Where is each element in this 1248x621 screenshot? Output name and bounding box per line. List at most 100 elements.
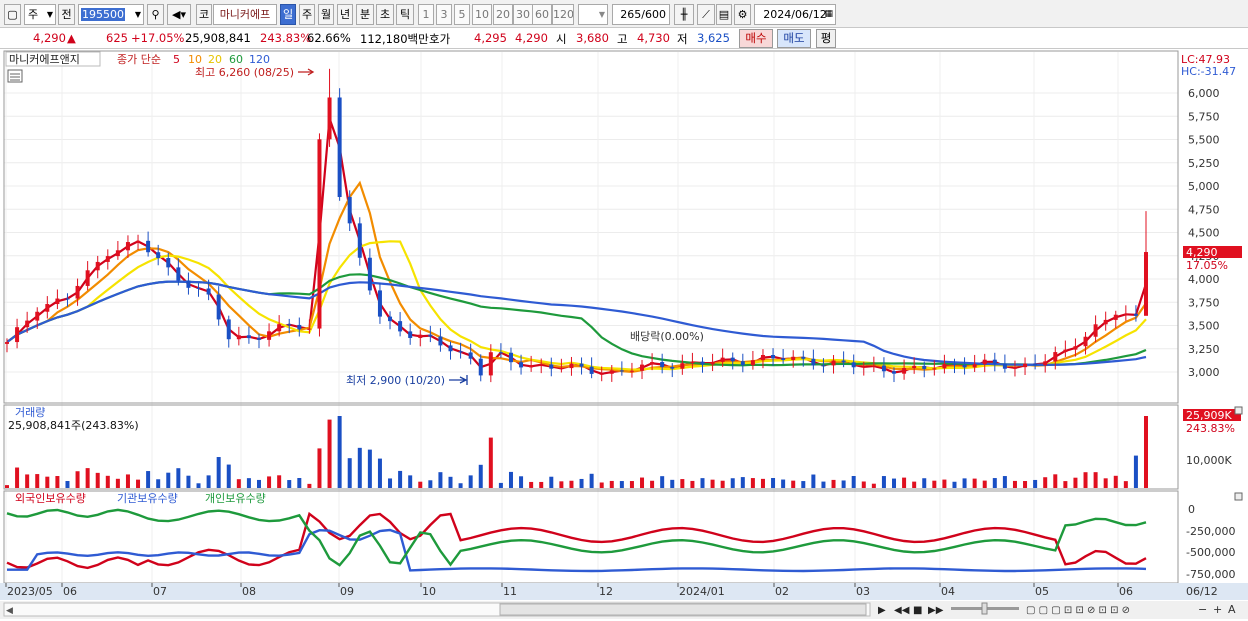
play-icon[interactable]: ▶ bbox=[878, 605, 886, 616]
num-5[interactable]: 5 bbox=[454, 4, 470, 25]
candle-body bbox=[881, 365, 886, 372]
zoom-in-icon[interactable]: + bbox=[1213, 603, 1222, 616]
price-change: 625 bbox=[106, 31, 128, 45]
date-field[interactable]: 2024/06/12 ▦ bbox=[754, 4, 836, 25]
candle-body bbox=[549, 364, 554, 369]
volume-bar bbox=[488, 437, 493, 488]
count-field[interactable]: 265/600 bbox=[612, 4, 670, 25]
tab-minute[interactable]: 분 bbox=[356, 4, 374, 25]
scrollbar-thumb[interactable] bbox=[499, 603, 867, 616]
candle-body bbox=[277, 324, 282, 332]
zoom-out-icon[interactable]: − bbox=[1198, 603, 1207, 616]
candle-body bbox=[377, 290, 382, 317]
candle-body bbox=[1033, 363, 1038, 366]
zoom-slider-handle[interactable] bbox=[981, 602, 988, 615]
volume-bar bbox=[690, 480, 695, 488]
high-annotation: 최고 6,260 (08/25) bbox=[195, 66, 294, 79]
tab-second[interactable]: 초 bbox=[376, 4, 394, 25]
date-value: 2024/06/12 bbox=[763, 8, 827, 21]
volume-bar bbox=[801, 481, 806, 488]
speaker-icon[interactable]: ◀▾ bbox=[167, 4, 191, 25]
market-tag: 코 bbox=[196, 4, 212, 25]
holdings-tick-2: -500,000 bbox=[1186, 546, 1235, 559]
volume-bar bbox=[579, 478, 584, 488]
volume-bar bbox=[881, 476, 886, 488]
volume-bar bbox=[408, 475, 413, 488]
gear-icon[interactable]: ⚙ bbox=[734, 4, 751, 25]
num-1[interactable]: 1 bbox=[418, 4, 434, 25]
close-icon[interactable] bbox=[1234, 406, 1243, 415]
candle-icon[interactable]: ╫ bbox=[674, 4, 694, 25]
candle-body bbox=[972, 364, 977, 368]
candle-body bbox=[136, 240, 141, 243]
volume-bar bbox=[539, 481, 544, 488]
scroll-left-icon[interactable]: ◀ bbox=[6, 606, 13, 616]
count-total: /600 bbox=[641, 8, 666, 21]
price-tick-label: 4,000 bbox=[1188, 273, 1220, 286]
x-axis-label: 12 bbox=[599, 585, 613, 598]
stock-code-input[interactable]: 195500 ▼ bbox=[78, 4, 144, 25]
candle-body bbox=[307, 328, 312, 330]
volume-bar bbox=[468, 475, 473, 488]
institution-holdings-title: 기관보유수량 bbox=[117, 492, 178, 505]
draw-icon[interactable]: ⟋ bbox=[697, 4, 715, 25]
tab-month[interactable]: 월 bbox=[318, 4, 334, 25]
fast-forward-icon[interactable]: ▶▶ bbox=[928, 605, 944, 616]
price-tick-label: 4,500 bbox=[1188, 227, 1220, 240]
tab-week[interactable]: 주 bbox=[299, 4, 315, 25]
volume-bar bbox=[337, 416, 342, 488]
holdings-tick-3: -750,000 bbox=[1186, 568, 1235, 581]
stock-chart[interactable]: 마니커에프앤지 종가 단순 5 10 20 60 120 최고 6,260 (0… bbox=[0, 50, 1248, 621]
candle-body bbox=[912, 365, 917, 369]
prev-button[interactable]: 전 bbox=[58, 4, 75, 25]
toolbar: ▢ 주 ▼ 전 195500 ▼ ⚲ ◀▾ 코 마니커에프 일 주 월 년 분 초 … bbox=[0, 0, 1248, 28]
x-axis-label: 02 bbox=[775, 585, 789, 598]
num-30[interactable]: 30 bbox=[513, 4, 533, 25]
volume-bar bbox=[720, 480, 725, 488]
ask-price: 4,295 bbox=[474, 31, 507, 45]
num-20[interactable]: 20 bbox=[493, 4, 513, 25]
candle-body bbox=[196, 287, 201, 289]
candle-body bbox=[962, 364, 967, 368]
font-size-icon[interactable]: A bbox=[1228, 603, 1236, 616]
candle-body bbox=[156, 252, 161, 259]
search-icon[interactable]: ⚲ bbox=[147, 4, 164, 25]
x-axis-bar bbox=[0, 583, 1248, 600]
tab-day[interactable]: 일 bbox=[280, 4, 296, 25]
price-tick-label: 5,500 bbox=[1188, 134, 1220, 147]
num-3[interactable]: 3 bbox=[436, 4, 452, 25]
num-120[interactable]: 120 bbox=[552, 4, 574, 25]
close-icon[interactable] bbox=[1234, 492, 1243, 501]
save-icon[interactable]: ▤ bbox=[716, 4, 732, 25]
volume-bar bbox=[418, 481, 423, 488]
candle-body bbox=[256, 338, 261, 340]
num-10[interactable]: 10 bbox=[472, 4, 492, 25]
eval-button[interactable]: 평 bbox=[816, 29, 836, 48]
candle-body bbox=[529, 365, 534, 368]
buy-button[interactable]: 매수 bbox=[739, 29, 773, 48]
candle-body bbox=[448, 345, 453, 352]
candle-body bbox=[1133, 313, 1138, 316]
rewind-icon[interactable]: ◀◀ bbox=[894, 605, 910, 616]
stop-icon[interactable]: ■ bbox=[913, 605, 922, 616]
tool-icons[interactable]: ▢ ▢ ▢ ⊡ ⊡ ⊘ ⊡ ⊡ ⊘ bbox=[1026, 605, 1130, 616]
candle-body bbox=[932, 368, 937, 370]
x-axis-label: 04 bbox=[941, 585, 955, 598]
volume-bar bbox=[750, 478, 755, 488]
stock-title: 마니커에프앤지 bbox=[9, 53, 80, 66]
layout-icon[interactable]: ▢ bbox=[4, 4, 21, 25]
tab-tick[interactable]: 틱 bbox=[396, 4, 414, 25]
candle-body bbox=[206, 288, 211, 295]
candle-body bbox=[176, 267, 181, 281]
sell-button[interactable]: 매도 bbox=[777, 29, 811, 48]
candle-body bbox=[781, 358, 786, 360]
volume-bar bbox=[196, 483, 201, 488]
volume-bar bbox=[498, 482, 503, 488]
tab-year[interactable]: 년 bbox=[337, 4, 353, 25]
ma-10: 10 bbox=[188, 53, 202, 66]
num-60[interactable]: 60 bbox=[532, 4, 552, 25]
volume-bar bbox=[206, 475, 211, 488]
ma-60: 60 bbox=[229, 53, 243, 66]
interval-select[interactable]: ▼ bbox=[578, 4, 608, 25]
market-select[interactable]: 주 ▼ bbox=[24, 4, 56, 25]
